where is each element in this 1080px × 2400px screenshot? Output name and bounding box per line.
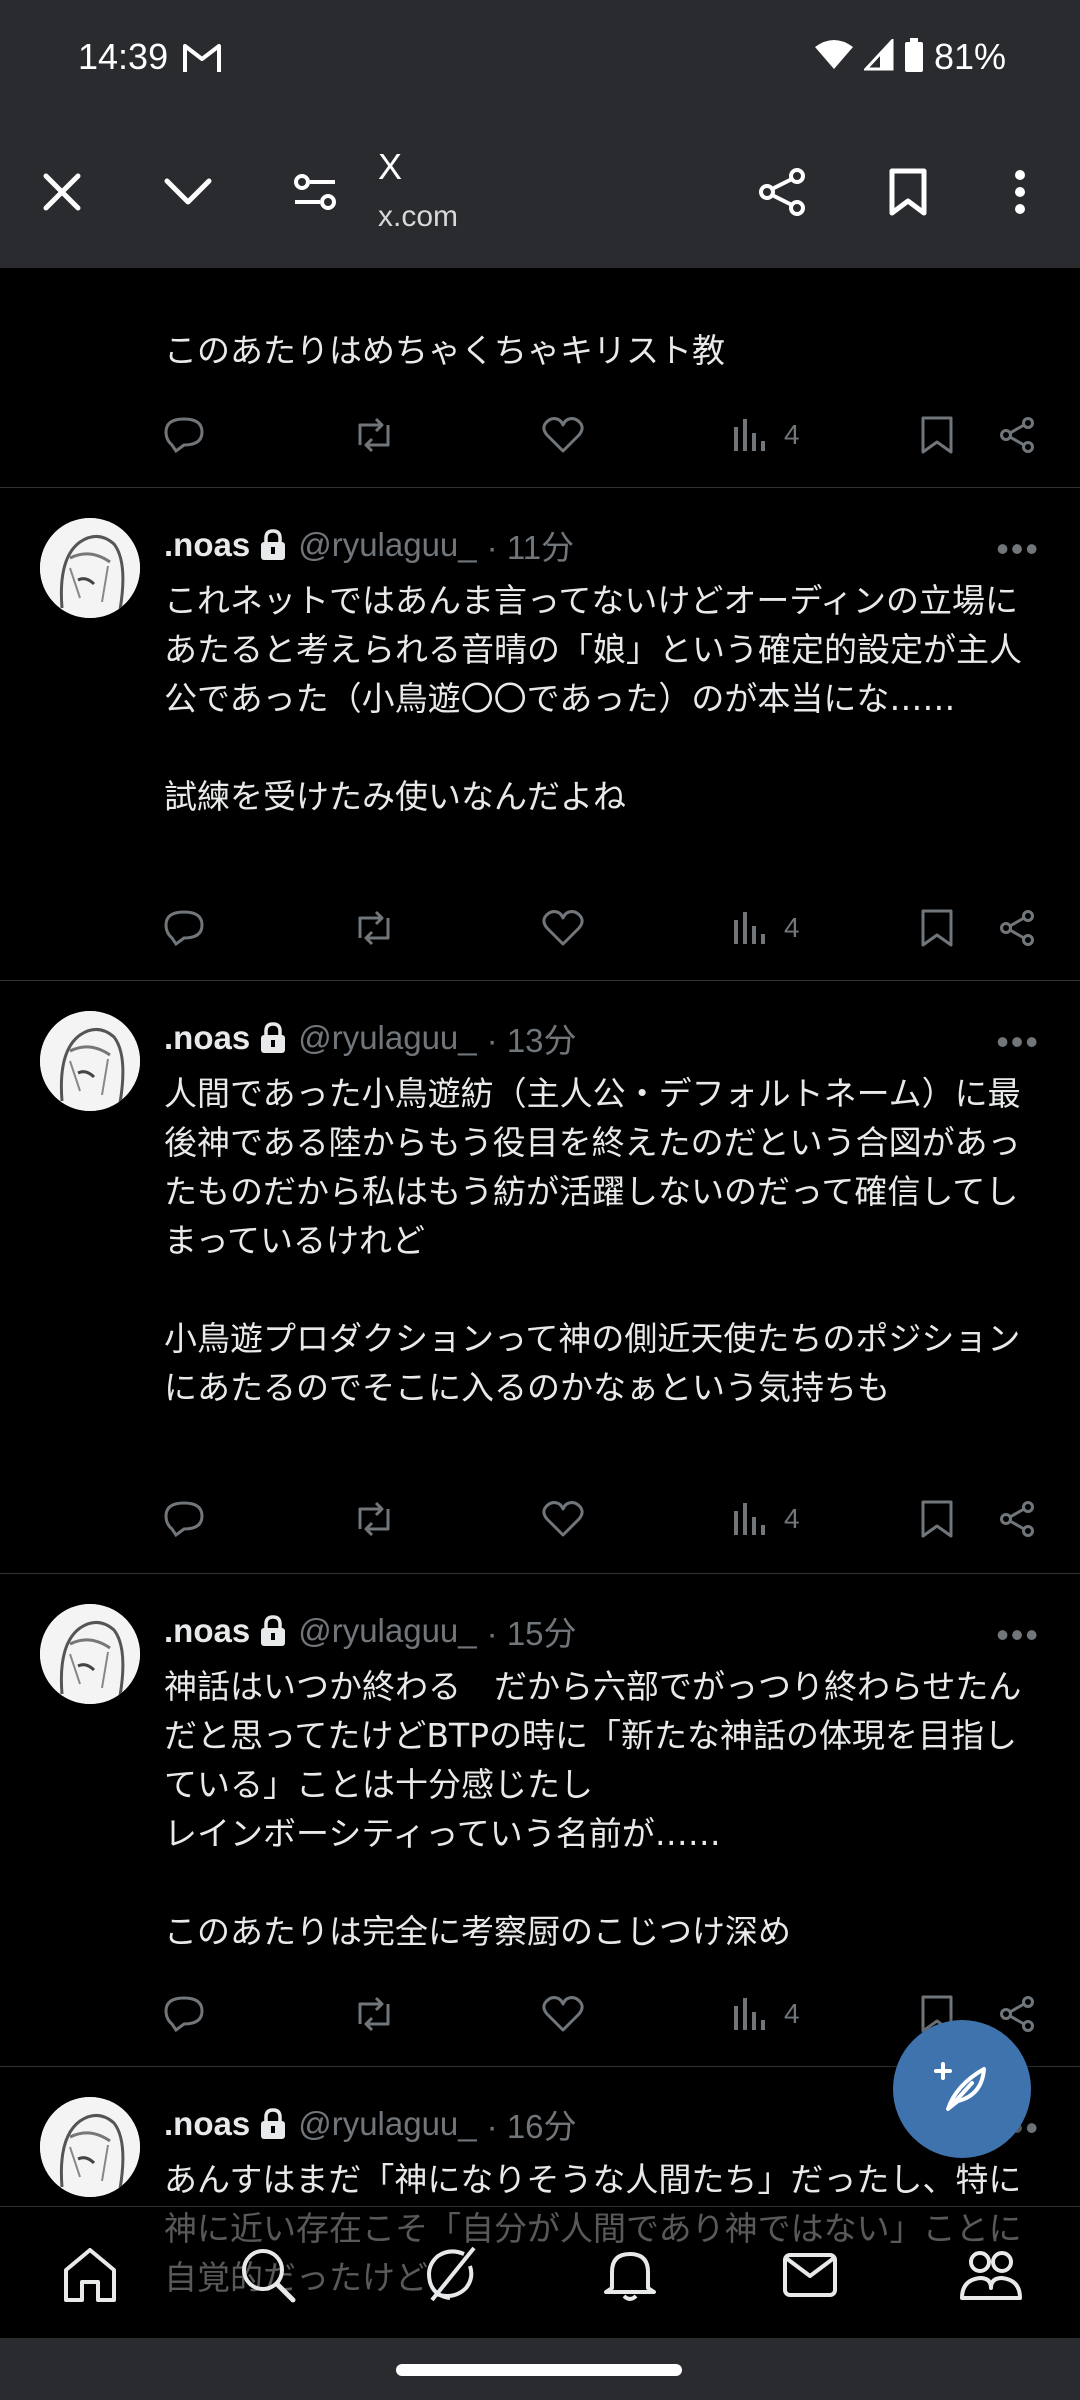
reply-icon[interactable] <box>164 903 204 953</box>
bottom-navigation <box>0 2206 1080 2338</box>
lock-icon <box>260 529 286 561</box>
display-name[interactable]: .noas <box>164 526 250 564</box>
views-count[interactable]: 4 <box>732 1989 800 2039</box>
share-icon[interactable] <box>752 162 812 222</box>
reply-icon[interactable] <box>164 410 204 460</box>
tweet-text: 神話はいつか終わる だから六部でがっつり終わらせたんだと思ってたけどBTPの時に… <box>164 1667 1022 1951</box>
views-icon <box>732 417 768 453</box>
tweet[interactable]: .noas @ryulaguu_ · 11分 ••• これネットではあんま言って… <box>0 488 1080 981</box>
status-time: 14:39 <box>78 36 169 77</box>
lock-icon <box>260 1615 286 1647</box>
views-number: 4 <box>784 1503 800 1534</box>
tweet-header: .noas @ryulaguu_ · 13分 ••• <box>164 1014 1040 1062</box>
grok-icon[interactable] <box>417 2241 483 2307</box>
handle[interactable]: @ryulaguu_ <box>298 526 476 564</box>
wifi-icon <box>814 39 854 75</box>
gesture-handle[interactable] <box>396 2364 682 2376</box>
timeline-feed[interactable]: このあたりはめちゃくちゃキリスト教 4 .noas @ryulaguu_ · 1… <box>0 268 1080 2338</box>
url-text[interactable]: x.com <box>378 200 458 234</box>
lock-icon <box>260 1022 286 1054</box>
more-icon[interactable]: ••• <box>996 1614 1040 1656</box>
gesture-area <box>0 2338 1080 2400</box>
views-count[interactable]: 4 <box>732 903 800 953</box>
tweet-actions: 4 <box>164 410 1044 460</box>
site-settings-icon[interactable] <box>285 162 345 222</box>
retweet-icon[interactable] <box>352 1494 396 1544</box>
status-right: 81% <box>814 36 1006 78</box>
views-icon <box>732 1501 768 1537</box>
reply-icon[interactable] <box>164 1989 204 2039</box>
bookmark-icon[interactable] <box>920 903 954 953</box>
like-icon[interactable] <box>542 1494 584 1544</box>
views-icon <box>732 910 768 946</box>
retweet-icon[interactable] <box>352 410 396 460</box>
views-icon <box>732 1996 768 2032</box>
timestamp[interactable]: · 15分 <box>487 1607 577 1655</box>
bookmark-icon[interactable] <box>920 1494 954 1544</box>
tweet[interactable]: このあたりはめちゃくちゃキリスト教 4 <box>0 268 1080 488</box>
avatar[interactable] <box>40 518 140 618</box>
tweet-text: このあたりはめちゃくちゃキリスト教 <box>164 331 725 370</box>
views-count[interactable]: 4 <box>732 1494 800 1544</box>
handle[interactable]: @ryulaguu_ <box>298 2105 476 2143</box>
communities-icon[interactable] <box>958 2241 1024 2307</box>
more-vert-icon[interactable] <box>990 162 1050 222</box>
views-number: 4 <box>784 1998 800 2029</box>
display-name[interactable]: .noas <box>164 1612 250 1650</box>
tweet-actions: 4 <box>164 1494 1044 1544</box>
views-number: 4 <box>784 912 800 943</box>
display-name[interactable]: .noas <box>164 2105 250 2143</box>
lock-icon <box>260 2108 286 2140</box>
signal-icon <box>862 37 894 75</box>
tweet[interactable]: .noas @ryulaguu_ · 15分 ••• 神話はいつか終わる だから… <box>0 1574 1080 2067</box>
views-number: 4 <box>784 419 800 450</box>
compose-icon <box>930 2055 994 2123</box>
share-icon[interactable] <box>998 1494 1036 1544</box>
tweet-actions: 4 <box>164 1989 1044 2039</box>
tweet-text: 人間であった小鳥遊紡（主人公・デフォルトネーム）に最後神である陸からもう役目を終… <box>164 1074 1021 1407</box>
more-icon[interactable]: ••• <box>996 1021 1040 1063</box>
bookmark-icon[interactable] <box>920 410 954 460</box>
close-icon[interactable] <box>32 162 92 222</box>
handle[interactable]: @ryulaguu_ <box>298 1612 476 1650</box>
status-bar: 14:39 81% <box>0 0 1080 116</box>
timestamp[interactable]: · 11分 <box>487 521 574 569</box>
tweet-actions: 4 <box>164 903 1044 953</box>
like-icon[interactable] <box>542 410 584 460</box>
timestamp[interactable]: · 16分 <box>487 2100 577 2148</box>
gmail-icon <box>182 42 222 78</box>
share-icon[interactable] <box>998 903 1036 953</box>
tweet-header: .noas @ryulaguu_ · 15分 ••• <box>164 1607 1040 1655</box>
display-name[interactable]: .noas <box>164 1019 250 1057</box>
avatar[interactable] <box>40 1011 140 1111</box>
share-icon[interactable] <box>998 410 1036 460</box>
chevron-down-icon[interactable] <box>158 162 218 222</box>
messages-icon[interactable] <box>777 2241 843 2307</box>
tweet[interactable]: .noas @ryulaguu_ · 13分 ••• 人間であった小鳥遊紡（主人… <box>0 981 1080 1574</box>
avatar[interactable] <box>40 1604 140 1704</box>
share-icon[interactable] <box>998 1989 1036 2039</box>
like-icon[interactable] <box>542 903 584 953</box>
search-icon[interactable] <box>234 2241 300 2307</box>
retweet-icon[interactable] <box>352 903 396 953</box>
views-count[interactable]: 4 <box>732 410 800 460</box>
tweet-header: .noas @ryulaguu_ · 11分 ••• <box>164 521 1040 569</box>
compose-button[interactable] <box>893 2020 1031 2158</box>
more-icon[interactable]: ••• <box>996 528 1040 570</box>
avatar[interactable] <box>40 2097 140 2197</box>
page-title: X <box>378 146 403 187</box>
home-icon[interactable] <box>57 2241 123 2307</box>
tweet-text: これネットではあんま言ってないけどオーディンの立場にあたると考えられる音晴の「娘… <box>164 581 1022 816</box>
notifications-icon[interactable] <box>597 2241 663 2307</box>
bookmark-icon[interactable] <box>878 162 938 222</box>
reply-icon[interactable] <box>164 1494 204 1544</box>
battery-icon <box>904 38 924 76</box>
timestamp[interactable]: · 13分 <box>487 1014 577 1062</box>
battery-level: 81% <box>933 36 1006 77</box>
retweet-icon[interactable] <box>352 1989 396 2039</box>
browser-toolbar: X x.com <box>0 116 1080 268</box>
handle[interactable]: @ryulaguu_ <box>298 1019 476 1057</box>
like-icon[interactable] <box>542 1989 584 2039</box>
